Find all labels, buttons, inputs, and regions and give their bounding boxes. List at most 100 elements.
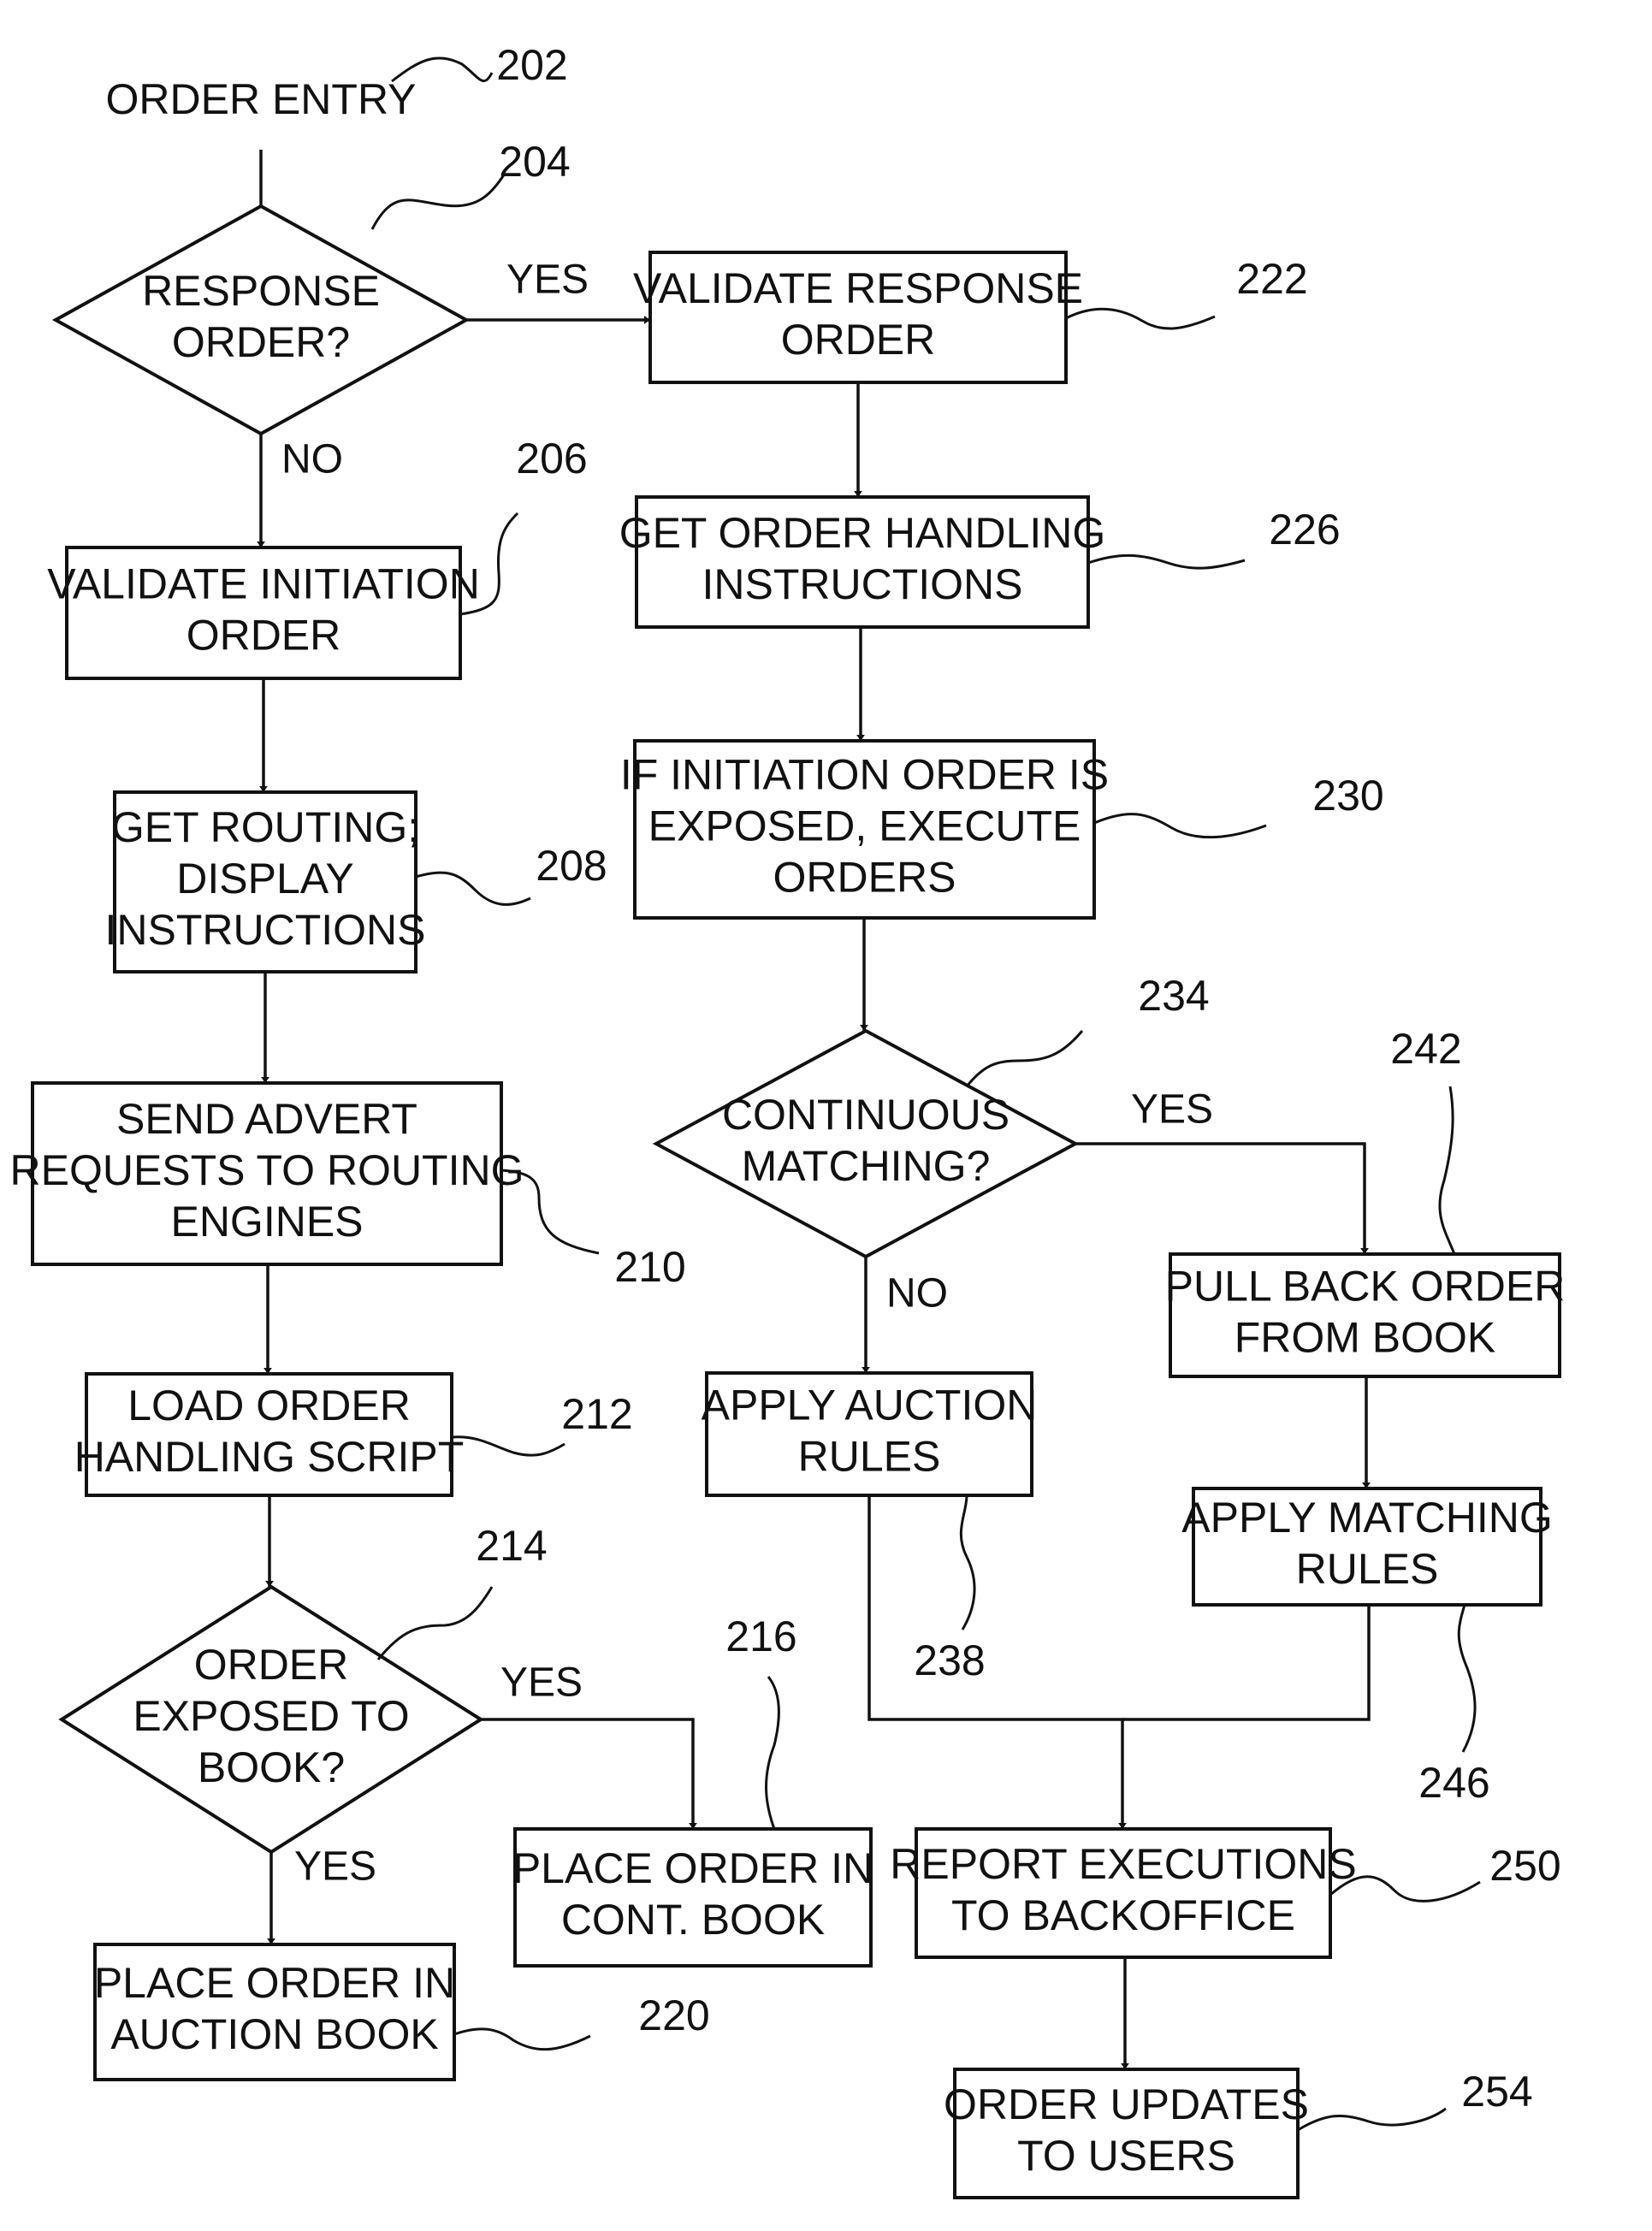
leader-line [1093,813,1267,839]
node-label-line: APPLY AUCTION [702,1382,1038,1429]
connector-line [1075,1142,1369,1254]
node-242: PULL BACK ORDERFROM BOOK [1165,1252,1566,1378]
edge-204-to-222: YES [466,257,650,324]
reference-number: 250 [1489,1842,1560,1890]
leader-line [451,1435,565,1457]
reference-number: 254 [1461,2068,1532,2116]
edge-246-to-250 [1122,1605,1371,1721]
node-label-line: SEND ADVERT [116,1095,417,1143]
node-label-line: RULES [1296,1545,1439,1593]
node-label-line: LOAD ORDER [127,1382,411,1429]
edge-204-to-206: NO [257,434,343,547]
connector-line [1122,1605,1371,1721]
reference-number: 220 [638,1991,709,2039]
node-label-line: APPLY MATCHING [1181,1494,1552,1542]
leader-line [1087,553,1246,570]
node-label-line: CONT. BOOK [561,1896,825,1944]
node-222: VALIDATE RESPONSEORDER [633,251,1083,384]
leader-line [453,2027,591,2051]
edge-label: YES [1131,1087,1213,1133]
reference-number: 246 [1418,1759,1489,1807]
node-label-line: MATCHING? [742,1142,991,1190]
node-label-line: RULES [798,1433,941,1481]
node-226: GET ORDER HANDLINGINSTRUCTIONS [619,495,1106,629]
edge-label: NO [886,1271,948,1317]
node-label-line: HANDLING SCRIPT [74,1433,465,1481]
leader-line [1329,1875,1481,1903]
node-label-line: CONTINUOUS [722,1091,1010,1139]
node-238: APPLY AUCTIONRULES [702,1371,1038,1497]
reference-number: 204 [499,138,570,186]
node-250: REPORT EXECUTIONSTO BACKOFFICE [890,1827,1357,1959]
node-216: PLACE ORDER INCONT. BOOK [512,1827,873,1968]
edge-214-to-216: YES [481,1660,697,1829]
node-label-line: ORDER? [172,318,350,366]
node-label-line: BOOK? [198,1743,345,1791]
node-230: IF INITIATION ORDER ISEXPOSED, EXECUTEOR… [620,739,1109,920]
leader-line [765,1676,780,1830]
node-212: LOAD ORDERHANDLING SCRIPT [74,1372,465,1497]
node-label-line: TO USERS [1017,2132,1235,2180]
leader-line [965,1030,1084,1087]
node-label-line: ORDER [187,612,341,660]
reference-number: 216 [725,1613,796,1660]
node-label-line: INSTRUCTIONS [702,560,1023,608]
reference-number: 210 [614,1243,685,1291]
node-label-line: TO BACKOFFICE [951,1891,1295,1939]
node-206: VALIDATE INITIATIONORDER [47,546,480,680]
node-label-line: DISPLAY [176,855,354,902]
edge-238-to-250 [867,1495,1127,1829]
node-label-line: ORDER [194,1641,349,1689]
node-208: GET ROUTING;DISPLAYINSTRUCTIONS [105,790,426,973]
reference-number: 212 [561,1390,632,1438]
node-label-line: ORDERS [773,854,956,902]
node-246: APPLY MATCHINGRULES [1181,1487,1553,1607]
node-label-line: EXPOSED, EXECUTE [648,802,1081,850]
reference-number: 206 [516,435,587,482]
leader-line [959,1494,976,1630]
node-label-line: PLACE ORDER IN [94,1959,455,2007]
edge-label: YES [506,257,589,303]
nodes-layer: RESPONSEORDER? VALIDATE INITIATIONORDER GE… [9,75,1566,2199]
node-label-line: ENGINES [170,1198,363,1246]
node-220: PLACE ORDER INAUCTION BOOK [93,1943,456,2081]
edge-234-to-242: YES [1075,1087,1369,1254]
node-label-line: INSTRUCTIONS [105,906,426,954]
leader-line [370,173,506,230]
leader-line [415,871,531,906]
edge-label: YES [500,1660,583,1706]
leader-line [1438,1086,1456,1255]
node-label-line: IF INITIATION ORDER IS [620,751,1109,799]
reference-number: 214 [476,1522,547,1570]
node-label-line: AUCTION BOOK [110,2010,438,2058]
reference-number: 226 [1269,506,1340,553]
order-entry-flowchart: YES NO YES YES YES NO RESPONSEORDER? VALIDATE … [9,41,1566,2199]
start-label: ORDER ENTRY [105,75,416,123]
node-label-line: REQUESTS TO ROUTING [9,1146,524,1194]
leader-line [1065,307,1216,330]
edge-label: YES [294,1844,376,1890]
node-label-line: PULL BACK ORDER [1165,1263,1566,1311]
node-label-line: VALIDATE RESPONSE [633,264,1083,312]
node-label-line: RESPONSE [142,267,380,315]
reference-number: 242 [1390,1025,1461,1073]
node-label-line: GET ROUTING; [111,803,419,851]
node-label-line: FROM BOOK [1235,1314,1496,1362]
connector-line [481,1718,697,1829]
leader-line [1457,1604,1477,1753]
node-204: RESPONSEORDER? [51,204,471,436]
reference-number: 202 [496,41,567,89]
leader-line [1297,2107,1447,2132]
reference-number: 234 [1138,972,1209,1020]
node-label-line: GET ORDER HANDLING [619,509,1106,557]
reference-number: 208 [536,842,607,890]
node-214: ORDEREXPOSED TOBOOK? [58,1584,484,1855]
edge-214-to-220: YES [267,1844,376,1944]
reference-number: 222 [1236,255,1307,303]
node-label-line: EXPOSED TO [133,1692,409,1740]
connector-line [867,1495,1127,1829]
node-210: SEND ADVERTREQUESTS TO ROUTINGENGINES [9,1081,524,1266]
node-label-line: ORDER [781,316,936,364]
edge-234-to-238: NO [862,1257,948,1373]
leader-line [376,1586,494,1660]
